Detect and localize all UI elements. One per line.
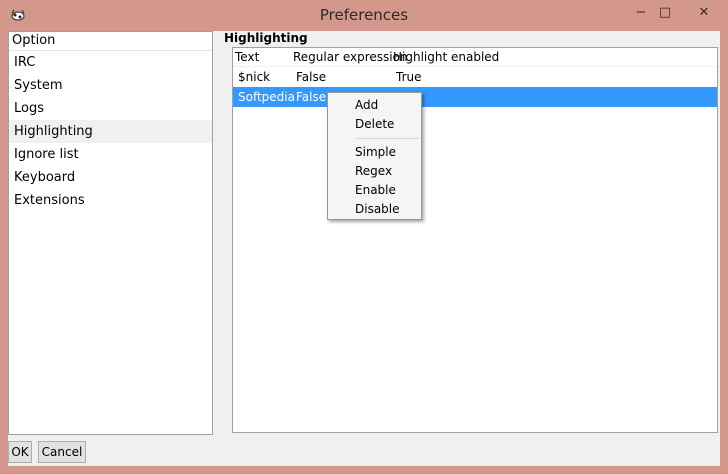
column-header-regex[interactable]: Regular expression (293, 48, 408, 66)
sidebar-item-logs[interactable]: Logs (9, 97, 212, 120)
cell-regex: False (296, 70, 327, 84)
menu-item-add[interactable]: Add (328, 96, 421, 115)
context-menu: Add Delete Simple Regex Enable Disable (327, 92, 422, 220)
close-button[interactable]: ✕ (684, 0, 724, 24)
minimize-icon: − (635, 4, 647, 20)
sidebar-item-irc[interactable]: IRC (9, 51, 212, 74)
options-list[interactable]: Option IRC System Logs Highlighting Igno… (8, 31, 213, 435)
ok-button[interactable]: OK (8, 441, 32, 463)
menu-item-enable[interactable]: Enable (328, 181, 421, 200)
menu-item-regex[interactable]: Regex (328, 162, 421, 181)
window-title: Preferences (319, 6, 409, 24)
column-header-enabled[interactable]: Highlight enabled (393, 48, 499, 66)
cell-regex: False (296, 90, 327, 104)
preferences-window: Preferences − □ ✕ Option IRC System Logs… (0, 0, 728, 474)
sidebar-item-keyboard[interactable]: Keyboard (9, 166, 212, 189)
table-row-selected[interactable]: Softpedia False (233, 87, 717, 107)
options-list-header: Option (9, 32, 212, 51)
sidebar-item-extensions[interactable]: Extensions (9, 189, 212, 212)
cancel-button[interactable]: Cancel (38, 441, 86, 463)
sidebar-item-system[interactable]: System (9, 74, 212, 97)
sidebar-item-highlighting[interactable]: Highlighting (9, 120, 212, 143)
table-row[interactable]: $nick False True (233, 67, 717, 87)
column-header-text[interactable]: Text (235, 48, 259, 66)
menu-separator (355, 138, 419, 139)
section-title: Highlighting (224, 31, 308, 45)
menu-item-delete[interactable]: Delete (328, 115, 421, 134)
close-icon: ✕ (698, 4, 710, 20)
maximize-icon: □ (658, 4, 672, 20)
highlight-list[interactable]: Text Regular expression Highlight enable… (232, 47, 718, 433)
list-header: Text Regular expression Highlight enable… (233, 48, 717, 67)
sidebar-item-ignore-list[interactable]: Ignore list (9, 143, 212, 166)
maximize-button[interactable]: □ (650, 0, 680, 24)
title-bar[interactable]: Preferences − □ ✕ (0, 0, 728, 31)
menu-item-disable[interactable]: Disable (328, 200, 421, 219)
cell-text: $nick (238, 70, 271, 84)
cell-enabled: True (396, 70, 422, 84)
cell-text: Softpedia (238, 90, 295, 104)
menu-item-simple[interactable]: Simple (328, 143, 421, 162)
